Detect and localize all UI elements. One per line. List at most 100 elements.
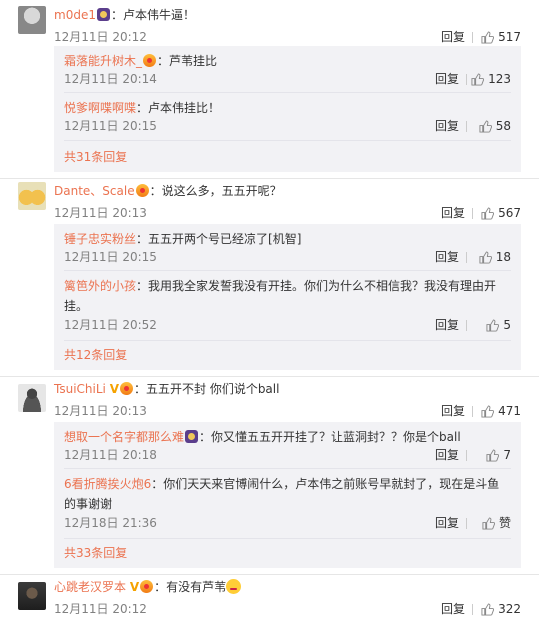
comment-line: 心跳老汉罗本 V ：有没有芦苇: [54, 578, 242, 596]
vip-badge-icon: [120, 382, 133, 395]
comment-text: ：有没有芦苇: [154, 580, 227, 594]
timestamp: 12月11日 20:12: [54, 602, 147, 616]
like-count: 322: [498, 602, 521, 616]
avatar[interactable]: [18, 6, 46, 34]
username-link[interactable]: 霜落能升树木_: [64, 54, 142, 68]
reply-button[interactable]: 回复: [435, 117, 459, 135]
username-link[interactable]: 悦爹啊喋啊喋: [64, 101, 136, 115]
like-count: 123: [488, 72, 511, 86]
username-link[interactable]: 6看折腾挨火炮6: [64, 477, 151, 491]
reply-item: 篱笆外的小孩：我用我全家发誓我没有开挂。你们为什么不相信我？我没有理由开挂。 1…: [64, 276, 511, 332]
reply-meta: 12月11日 20:52 回复 5: [64, 316, 511, 334]
like-button[interactable]: 5: [486, 316, 511, 334]
username-link[interactable]: 篱笆外的小孩: [64, 279, 136, 293]
username-link[interactable]: m0de1: [54, 8, 96, 22]
avatar[interactable]: [18, 384, 46, 412]
avatar[interactable]: [18, 182, 46, 210]
comment-text: ：卢本伟牛逼！: [110, 8, 195, 22]
more-replies-link[interactable]: 共33条回复: [64, 544, 127, 562]
thumbs-up-icon: [481, 30, 495, 44]
like-button[interactable]: 赞: [482, 514, 511, 532]
reply-text: ：卢本伟挂比！: [136, 101, 221, 115]
reply-item: 锤子忠实粉丝：五五开两个号已经凉了[机智] 12月11日 20:15 回复 18: [64, 229, 511, 264]
reply-button[interactable]: 回复: [441, 204, 465, 222]
vip-badge-icon: [143, 54, 157, 67]
like-button[interactable]: 123: [471, 70, 511, 88]
vip-badge-icon: [140, 580, 154, 593]
thumbs-up-icon: [481, 206, 495, 220]
like-count: 567: [498, 206, 521, 220]
separator: [466, 121, 467, 132]
separator: [466, 518, 467, 529]
like-count: 471: [498, 404, 521, 418]
verified-v-icon: V: [129, 580, 140, 594]
like-count: 5: [503, 318, 511, 332]
reply-button[interactable]: 回复: [435, 514, 459, 532]
divider: [64, 538, 511, 539]
reply-button[interactable]: 回复: [441, 28, 465, 46]
divider: [0, 178, 539, 179]
reply-meta: 12月11日 20:15 回复 18: [64, 248, 511, 266]
avatar[interactable]: [18, 582, 46, 610]
reply-item: 霜落能升树木_ ：芦苇挂比 12月11日 20:14 回复 123: [64, 51, 511, 86]
comment-meta: 12月11日 20:13 回复 471: [54, 402, 521, 420]
thumbs-up-icon: [481, 602, 495, 616]
like-count: 517: [498, 30, 521, 44]
more-replies-link[interactable]: 共12条回复: [64, 346, 127, 364]
timestamp: 12月11日 20:52: [64, 318, 157, 332]
more-replies-link[interactable]: 共31条回复: [64, 148, 127, 166]
reply-meta: 12月11日 20:15 回复 58: [64, 117, 511, 135]
reply-line: 想取一个名字都那么难 ：你又懂五五开开挂了？让蓝洞封？？你是个ball: [64, 427, 511, 447]
like-count: 18: [495, 250, 511, 264]
divider: [64, 270, 511, 271]
reply-button[interactable]: 回复: [441, 600, 465, 618]
reply-line: 篱笆外的小孩：我用我全家发誓我没有开挂。你们为什么不相信我？我没有理由开挂。: [64, 276, 504, 316]
separator: [472, 208, 473, 219]
thumbs-up-icon: [482, 516, 495, 530]
reply-text: ：你又懂五五开开挂了？让蓝洞封？？你是个ball: [199, 430, 461, 444]
reply-button[interactable]: 回复: [435, 248, 459, 266]
username-link[interactable]: Dante、Scale: [54, 184, 135, 198]
like-button[interactable]: 471: [481, 402, 521, 420]
like-button[interactable]: 58: [479, 117, 511, 135]
thumbs-up-icon: [486, 448, 500, 462]
like-button[interactable]: 7: [486, 446, 511, 464]
timestamp: 12月11日 20:15: [64, 250, 157, 264]
separator: [466, 450, 467, 461]
like-button[interactable]: 18: [479, 248, 511, 266]
like-button[interactable]: 322: [481, 600, 521, 618]
reply-button[interactable]: 回复: [435, 316, 459, 334]
comment-line: m0de1 ：卢本伟牛逼！: [54, 6, 195, 24]
timestamp: 12月11日 20:15: [64, 119, 157, 133]
vip-badge-icon: [135, 184, 149, 197]
comment-line: TsuiChiLi V ：五五开不封 你们说个ball: [54, 380, 279, 398]
reply-line: 霜落能升树木_ ：芦苇挂比: [64, 51, 511, 71]
reply-item: 悦爹啊喋啊喋：卢本伟挂比！ 12月11日 20:15 回复 58: [64, 98, 511, 133]
username-link[interactable]: 心跳老汉罗本: [54, 580, 126, 594]
reply-box: 想取一个名字都那么难 ：你又懂五五开开挂了？让蓝洞封？？你是个ball 12月11…: [54, 422, 521, 568]
like-count: 7: [503, 448, 511, 462]
comment-line: Dante、Scale ：说这么多，五五开呢？: [54, 182, 282, 200]
divider: [64, 468, 511, 469]
username-link[interactable]: 锤子忠实粉丝: [64, 232, 136, 246]
timestamp: 12月11日 20:13: [54, 206, 147, 220]
thumbs-up-icon: [479, 250, 492, 264]
timestamp: 12月11日 20:12: [54, 30, 147, 44]
reply-button[interactable]: 回复: [435, 446, 459, 464]
thumbs-up-icon: [471, 72, 485, 86]
reply-button[interactable]: 回复: [435, 70, 459, 88]
divider: [64, 92, 511, 93]
reply-meta: 12月18日 21:36 回复 赞: [64, 514, 511, 532]
reply-line: 锤子忠实粉丝：五五开两个号已经凉了[机智]: [64, 229, 511, 249]
reply-meta: 12月11日 20:14 回复 123: [64, 70, 511, 88]
username-link[interactable]: TsuiChiLi: [54, 382, 106, 396]
reply-line: 6看折腾挨火炮6：你们天天来官博闹什么，卢本伟之前账号早就封了，现在是斗鱼的事谢…: [64, 474, 509, 514]
username-link[interactable]: 想取一个名字都那么难: [64, 430, 184, 444]
verified-v-icon: V: [109, 382, 119, 396]
like-button[interactable]: 517: [481, 28, 521, 46]
divider: [64, 340, 511, 341]
comment-meta: 12月11日 20:13 回复 567: [54, 204, 521, 222]
reply-button[interactable]: 回复: [441, 402, 465, 420]
like-button[interactable]: 567: [481, 204, 521, 222]
reply-line: 悦爹啊喋啊喋：卢本伟挂比！: [64, 98, 511, 118]
